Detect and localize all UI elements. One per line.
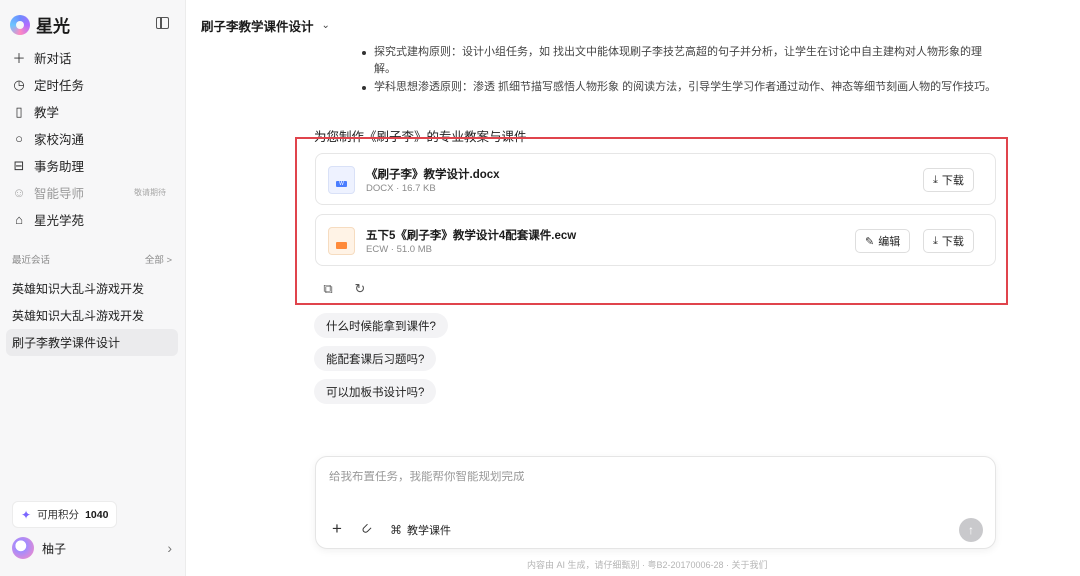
- sparkle-icon: ✦: [21, 507, 32, 522]
- footer-note: 内容由 AI 生成，请仔细甄别 · 粤B2-20170006-28 · 关于我们: [527, 560, 768, 570]
- sidebar-item-assistant[interactable]: ⊟ 事务助理: [6, 152, 178, 179]
- clock-icon: ◷: [13, 76, 25, 92]
- avatar: [12, 537, 34, 559]
- sidebar-item-label: 新对话: [34, 52, 72, 66]
- send-button[interactable]: ↑: [959, 518, 983, 542]
- book-icon: ▯: [15, 103, 23, 119]
- conversation-title[interactable]: 刷子李教学课件设计 ⌄: [201, 16, 330, 35]
- composer: + ⊂ ⌘ 教学课件 ↑: [315, 456, 996, 549]
- copy-icon[interactable]: ⧉: [321, 282, 335, 296]
- sidebar-item-label: 定时任务: [34, 79, 85, 93]
- skill-label: 教学课件: [407, 525, 451, 537]
- recent-item-active[interactable]: 刷子李教学课件设计: [6, 329, 178, 356]
- points-value: 1040: [85, 508, 109, 521]
- sidebar-nav: ＋ 新对话 ◷ 定时任务 ▯ 教学 ○ 家校沟通 ⊟ 事务助理 ☺ 智能导师 敬…: [6, 44, 178, 233]
- main-panel: 刷子李教学课件设计 ⌄ 探究式建构原则：设计小组任务，如 找出文中能体现刷子李技…: [187, 0, 1080, 576]
- recent-item[interactable]: 英雄知识大乱斗游戏开发: [6, 302, 178, 329]
- suggestion-chip[interactable]: 能配套课后习题吗?: [314, 346, 437, 371]
- sidebar-item-label: 教学: [34, 106, 60, 120]
- sidebar-item-teaching[interactable]: ▯ 教学: [6, 98, 178, 125]
- recent-all-link[interactable]: 全部 >: [145, 252, 172, 266]
- sidebar-item-label: 星光学苑: [34, 214, 85, 228]
- paperclip-icon[interactable]: ⊂: [357, 519, 376, 538]
- recent-list: 英雄知识大乱斗游戏开发 英雄知识大乱斗游戏开发 刷子李教学课件设计: [6, 275, 178, 356]
- sidebar-item-label: 事务助理: [34, 160, 85, 174]
- add-icon[interactable]: +: [332, 520, 342, 538]
- sidebar-item-label: 家校沟通: [34, 133, 85, 147]
- user-name: 柚子: [42, 541, 67, 556]
- refresh-icon[interactable]: ↻: [353, 282, 367, 296]
- bullet-item: 学科思想渗透原则：渗透 抓细节描写感悟人物形象 的阅读方法，引导学生学习作者通过…: [360, 79, 1000, 96]
- sidebar-item-home-school[interactable]: ○ 家校沟通: [6, 125, 178, 152]
- chevron-down-icon: ⌄: [321, 20, 330, 31]
- command-icon: ⌘: [390, 523, 402, 537]
- recent-item[interactable]: 英雄知识大乱斗游戏开发: [6, 275, 178, 302]
- sidebar-item-academy[interactable]: ⌂ 星光学苑: [6, 206, 178, 233]
- sidebar-item-new-chat[interactable]: ＋ 新对话: [6, 44, 178, 71]
- points-label: 可用积分: [37, 509, 80, 521]
- recent-title: 最近会话: [12, 255, 51, 266]
- recent-header: 最近会话 全部 >: [12, 252, 172, 266]
- sidebar-collapse-icon[interactable]: [156, 17, 169, 29]
- chevron-right-icon: ›: [167, 540, 172, 556]
- message-bullets: 探究式建构原则：设计小组任务，如 找出文中能体现刷子李技艺高超的句子并分析，让学…: [360, 44, 1000, 97]
- sidebar: 星光 ＋ 新对话 ◷ 定时任务 ▯ 教学 ○ 家校沟通 ⊟ 事务助理 ☺ 智能导…: [0, 0, 186, 576]
- sidebar-item-smart-tutor[interactable]: ☺ 智能导师 敬请期待: [6, 179, 178, 206]
- briefcase-icon: ⊟: [13, 157, 25, 173]
- brand-logo-icon: [10, 14, 30, 35]
- task-input[interactable]: [329, 471, 929, 483]
- points-badge[interactable]: ✦ 可用积分 1040: [12, 501, 118, 528]
- brand-name: 星光: [36, 17, 70, 36]
- skill-chip[interactable]: ⌘ 教学课件: [390, 522, 451, 538]
- suggestion-chip[interactable]: 什么时候能拿到课件?: [314, 313, 448, 338]
- graduation-cap-icon: ⌂: [15, 212, 23, 227]
- bot-icon: ☺: [12, 185, 26, 200]
- coming-soon-badge: 敬请期待: [134, 188, 166, 197]
- suggestion-chip[interactable]: 可以加板书设计吗?: [314, 379, 437, 404]
- message-actions: ⧉ ↻: [321, 282, 367, 296]
- highlight-box: [295, 137, 1008, 305]
- bullet-item: 探究式建构原则：设计小组任务，如 找出文中能体现刷子李技艺高超的句子并分析，让学…: [360, 44, 1000, 78]
- sidebar-item-label: 智能导师: [34, 187, 85, 201]
- brand[interactable]: 星光: [10, 12, 70, 37]
- chat-icon: ○: [15, 131, 23, 146]
- sidebar-item-scheduled-tasks[interactable]: ◷ 定时任务: [6, 71, 178, 98]
- page-title: 刷子李教学课件设计: [201, 20, 314, 34]
- plus-icon: ＋: [12, 51, 26, 66]
- user-profile[interactable]: 柚子 ›: [12, 535, 172, 561]
